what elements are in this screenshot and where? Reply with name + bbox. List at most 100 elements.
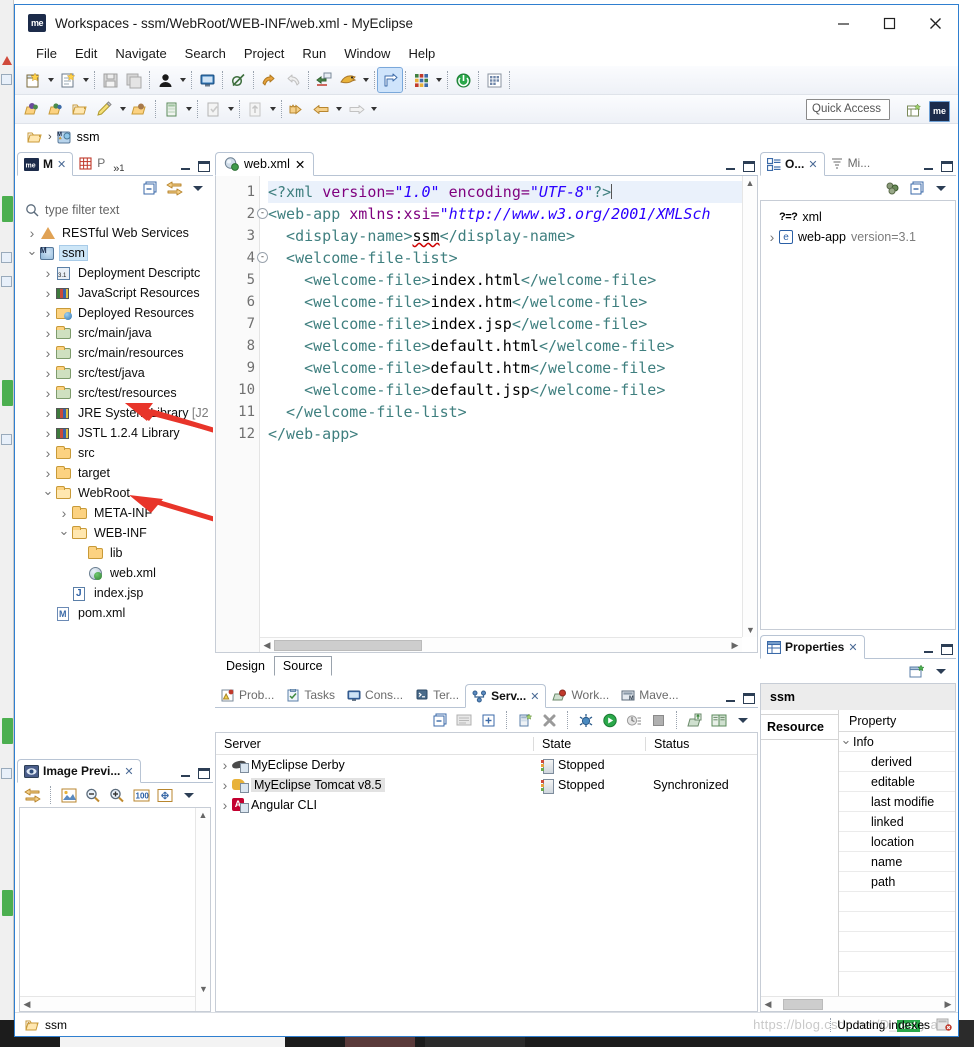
zoom-in-button[interactable] <box>108 786 126 804</box>
maximize-view-icon[interactable] <box>198 161 210 172</box>
back-dropdown[interactable] <box>333 97 344 121</box>
save-button[interactable] <box>98 68 122 92</box>
editor-vscrollbar[interactable]: ▲ ▼ <box>742 176 757 637</box>
image-preview-canvas[interactable]: ▲ ▼ ◀ ▶ <box>19 807 211 1024</box>
deploy-button[interactable] <box>312 68 336 92</box>
tree-twisty-closed[interactable] <box>765 229 779 245</box>
tree-twisty-closed[interactable] <box>25 225 39 241</box>
outline-row[interactable]: ?=? xml <box>761 207 955 227</box>
tree-item-src-main-java[interactable]: src/main/java <box>17 323 213 343</box>
start-server-button[interactable] <box>601 711 619 729</box>
maximize-view-icon[interactable] <box>198 768 210 779</box>
scroll-down-icon[interactable]: ▼ <box>743 623 758 637</box>
server-name-cell[interactable]: MyEclipse Tomcat v8.5 <box>216 777 533 793</box>
filter-input[interactable]: type filter text <box>45 203 119 217</box>
tab-source[interactable]: Source <box>273 656 332 676</box>
perspective-myeclipse-button[interactable]: me <box>929 100 950 122</box>
expand-all-button[interactable] <box>479 711 497 729</box>
breadcrumb-project-label[interactable]: ssm <box>77 130 100 144</box>
image-preview-vscrollbar[interactable]: ▲ ▼ <box>195 808 210 1011</box>
view-menu-button[interactable] <box>932 662 950 680</box>
tab-maven[interactable]: M Mave... <box>615 683 684 707</box>
tree-twisty-closed[interactable] <box>41 425 55 441</box>
edit-button[interactable] <box>93 97 117 121</box>
minimize-view-icon[interactable] <box>725 693 736 704</box>
tree-twisty-closed[interactable] <box>41 265 55 281</box>
new-file-button[interactable] <box>56 68 80 92</box>
tree-item-pom-xml[interactable]: pom.xml <box>17 603 213 623</box>
minimize-view-icon[interactable] <box>180 161 191 172</box>
fold-toggle-icon[interactable]: - <box>257 252 268 263</box>
scroll-right-icon[interactable]: ▶ <box>941 997 955 1012</box>
tree-twisty-closed[interactable] <box>218 757 232 773</box>
tree-item-src-test-resources[interactable]: src/test/resources <box>17 383 213 403</box>
menu-file[interactable]: File <box>27 43 66 64</box>
maximize-view-icon[interactable] <box>743 161 755 172</box>
maximize-view-icon[interactable] <box>941 644 953 655</box>
tree-item-restful-web-services[interactable]: RESTful Web Services <box>17 223 213 243</box>
show-console-button[interactable] <box>455 711 473 729</box>
minimize-view-icon[interactable] <box>923 161 934 172</box>
tab-webxml[interactable]: web.xml ✕ <box>215 152 315 176</box>
hscroll-thumb[interactable] <box>274 639 422 651</box>
fold-toggle-icon[interactable]: - <box>257 208 268 219</box>
tree-item-web-inf[interactable]: WEB-INF <box>17 523 213 543</box>
tree-twisty-closed[interactable] <box>41 465 55 481</box>
properties-hscrollbar[interactable]: ◀ ▶ <box>761 996 955 1011</box>
close-icon[interactable]: ✕ <box>530 690 539 703</box>
tree-item-deployed-resources[interactable]: Deployed Resources <box>17 303 213 323</box>
column-header-state[interactable]: State <box>533 736 645 751</box>
quick-access-input[interactable]: Quick Access <box>806 99 890 120</box>
editor-hscrollbar[interactable]: ◀ ▶ <box>260 637 742 652</box>
tab-myeclipse-explorer[interactable]: me M ✕ <box>17 152 74 176</box>
maximize-button[interactable] <box>866 5 912 41</box>
code-line[interactable]: </welcome-file-list> <box>268 401 757 423</box>
user-account-button[interactable] <box>153 68 177 92</box>
menu-run[interactable]: Run <box>293 43 335 64</box>
save-all-button[interactable] <box>122 68 146 92</box>
tab-overflow-chevron[interactable]: » 1 <box>111 161 128 175</box>
zoom-100-button[interactable]: 100 <box>132 786 150 804</box>
code-line[interactable]: </web-app> <box>268 423 757 445</box>
delete-server-button[interactable] <box>540 711 558 729</box>
open-resource-button[interactable] <box>45 97 69 121</box>
breadcrumb-root-icon[interactable] <box>27 130 44 145</box>
scroll-left-icon[interactable]: ◀ <box>761 997 775 1012</box>
minimize-view-icon[interactable] <box>923 644 934 655</box>
view-menu-button[interactable] <box>932 179 950 197</box>
close-icon[interactable]: ✕ <box>808 158 817 171</box>
fit-to-window-button[interactable] <box>156 786 174 804</box>
grid-view-button[interactable] <box>409 68 433 92</box>
view-menu-button[interactable] <box>189 179 207 197</box>
server-row[interactable]: MyEclipse Tomcat v8.5 Stopped Synchronized <box>216 775 757 795</box>
grid-view-dropdown[interactable] <box>433 68 444 92</box>
tab-outline[interactable]: O... ✕ <box>760 152 825 176</box>
tree-item-jre-system-library[interactable]: JRE System Library [J2 <box>17 403 213 423</box>
tree-twisty-closed[interactable] <box>41 445 55 461</box>
link-with-editor-button[interactable] <box>165 179 183 197</box>
user-account-dropdown[interactable] <box>177 68 188 92</box>
close-button[interactable] <box>912 5 958 41</box>
tree-twisty-open[interactable] <box>839 734 853 750</box>
tree-twisty-closed[interactable] <box>41 325 55 341</box>
tree-twisty-closed[interactable] <box>57 505 71 521</box>
tree-item-jstl-1-2-4-library[interactable]: JSTL 1.2.4 Library <box>17 423 213 443</box>
run-server-dropdown[interactable] <box>360 68 371 92</box>
link-with-editor-button[interactable] <box>23 786 41 804</box>
code-line[interactable]: <welcome-file>default.htm</welcome-file> <box>268 357 757 379</box>
new-properties-view-button[interactable] <box>908 662 926 680</box>
table-view-button[interactable] <box>482 68 506 92</box>
sort-outline-button[interactable] <box>884 179 902 197</box>
minimize-view-icon[interactable] <box>725 161 736 172</box>
image-preview-hscrollbar[interactable]: ◀ ▶ <box>20 996 195 1024</box>
maximize-view-icon[interactable] <box>743 693 755 704</box>
outline-tree[interactable]: ?=? xmle web-app version=3.1 <box>760 200 956 630</box>
tab-console[interactable]: Cons... <box>341 683 409 707</box>
tree-twisty-closed[interactable] <box>41 345 55 361</box>
tree-item-src-main-resources[interactable]: src/main/resources <box>17 343 213 363</box>
tab-terminal[interactable]: Ter... <box>409 683 465 707</box>
view-menu-button[interactable] <box>734 711 752 729</box>
column-header-server[interactable]: Server <box>216 737 533 751</box>
tab-design[interactable]: Design <box>217 656 274 676</box>
tree-item-webroot[interactable]: WebRoot <box>17 483 213 503</box>
